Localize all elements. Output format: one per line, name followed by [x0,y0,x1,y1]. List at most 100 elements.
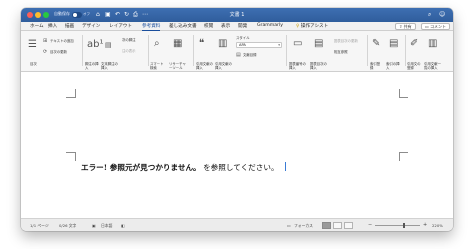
outline-view-button[interactable] [344,222,353,229]
bibliography-insert-label: 引用文献の挿入 [215,62,232,70]
insert-footnote-label: 脚注の挿入 [85,62,99,70]
mark-entry-icon[interactable]: ✎ [372,38,380,49]
researcher-icon[interactable]: ▦ [173,38,182,49]
chevron-down-icon: ▾ [278,43,280,47]
insert-citation-label: 引用文献の挿入 [196,62,213,70]
tab-insert[interactable]: 挿入 [48,23,57,29]
crop-mark [66,152,75,153]
bibliography-icon[interactable]: ▥ [218,38,227,49]
insert-toa-icon[interactable]: ▥ [428,38,437,49]
toc-label: 目次 [30,62,37,66]
crop-mark [399,152,400,161]
focus-label[interactable]: フォーカス [294,223,313,229]
next-footnote-label[interactable]: 次の脚注 [122,38,136,42]
lightbulb-icon: ♀ [296,24,300,29]
update-table-label[interactable]: 目次の更新 [50,50,67,54]
page-count[interactable]: 1/1 ページ [30,223,49,229]
separator [286,35,287,66]
separator [82,35,83,66]
zoom-slider-handle[interactable] [403,223,405,228]
body-paragraph[interactable]: エラー! 参照元が見つかりません。 を参照してください。 [81,162,286,173]
zoom-in-icon[interactable]: + [423,222,427,228]
update-table-of-figures-label[interactable]: 図表目次の更新 [334,39,358,43]
tab-view[interactable]: 表示 [221,23,230,29]
ribbon-toolbar: ☰ 目次 ⊞ テキストの追加 ⟳ 目次の更新 ab¹ 脚注の挿入 ▤ 文末脚注の… [21,31,453,72]
smart-lookup-icon[interactable]: ⌕ [154,38,160,49]
comment-label: コメント [430,24,447,29]
tab-review[interactable]: 校閲 [204,23,213,29]
search-icon[interactable]: ⌕ [428,11,431,19]
insert-endnote-label: 文末脚注の挿入 [101,62,118,70]
tell-me-label: 操作アシスト [300,24,329,29]
tab-layout[interactable]: レイアウト [109,23,132,29]
style-label: スタイル [236,36,250,40]
separator [405,35,406,66]
title-bar: 自動保存 オフ ⌂ ▣ ↶ ↻ ⎙ ⋯ 文書 1 ⌕ ☺ [21,8,453,22]
tab-tell-me[interactable]: ♀ 操作アシスト [296,23,328,29]
update-table-icon[interactable]: ⟳ [43,48,47,56]
tab-grammarly[interactable]: Grammarly [257,23,283,28]
cross-reference-label[interactable]: 相互参照 [334,50,348,54]
share-icon: ⇪ [399,24,403,29]
ribbon-tabs: ホーム 挿入 描画 デザイン レイアウト 参考資料 差し込み文書 校閲 表示 開… [21,22,453,31]
word-count[interactable]: 0/26 文字 [59,223,76,229]
proofing-icon[interactable]: ▣ [92,223,96,228]
mark-citation-label: 引用文の登録 [407,62,421,70]
tab-design[interactable]: デザイン [82,23,100,29]
table-of-contents-icon[interactable]: ☰ [28,39,37,50]
add-text-label[interactable]: テキストの追加 [50,39,74,43]
add-text-icon[interactable]: ⊞ [43,37,47,45]
bibliography-list-icon[interactable]: ▤ [236,51,241,59]
tab-home[interactable]: ホーム [30,23,44,29]
separator [367,35,368,66]
document-canvas[interactable]: エラー! 参照元が見つかりません。 を参照してください。 [21,72,453,218]
insert-citation-icon[interactable]: ❝ [199,38,204,49]
comment-button[interactable]: ▭ コメント [421,23,451,30]
print-layout-view-button[interactable] [322,222,331,229]
separator [148,35,149,66]
insert-caption-icon[interactable]: ▭ [293,38,302,49]
tab-references[interactable]: 参考資料 [142,23,161,31]
share-button[interactable]: ⇪ 共有 [395,23,416,30]
endnote-icon[interactable]: ▤ [105,41,112,49]
text-cursor [284,162,286,171]
comment-icon: ▭ [425,24,429,29]
reference-rest-text: を参照してください。 [203,163,279,172]
insert-table-of-figures-label: 図表目次の挿入 [310,62,327,70]
tab-draw[interactable]: 描画 [65,23,74,29]
citation-style-select[interactable]: APA ▾ [236,42,282,48]
zoom-out-icon[interactable]: − [368,222,372,228]
focus-icon[interactable]: ▭ [287,223,291,228]
smart-lookup-label: スマート検索 [150,62,164,70]
insert-index-label: 索引の挿入 [386,62,400,70]
crop-mark [66,97,75,98]
insert-index-icon[interactable]: ▤ [389,38,398,49]
zoom-slider[interactable] [375,225,420,226]
zoom-level[interactable]: 220% [432,223,443,228]
footnote-icon[interactable]: ab¹ [87,39,103,50]
share-label: 共有 [403,24,412,29]
crop-mark [399,152,408,153]
researcher-label: リサーチャーツール [169,62,186,70]
macro-icon[interactable]: ◧ [121,223,125,228]
word-window: 自動保存 オフ ⌂ ▣ ↶ ↻ ⎙ ⋯ 文書 1 ⌕ ☺ ホーム 挿入 描画 デ… [21,8,453,231]
reference-error-text: エラー! 参照元が見つかりません。 [81,163,201,172]
table-of-figures-icon[interactable]: ▤ [314,38,323,49]
tab-mailings[interactable]: 差し込み文書 [169,23,197,29]
mark-entry-label: 索引登録 [370,62,381,70]
citation-style-value: APA [239,43,246,47]
crop-mark [399,97,408,98]
insert-caption-label: 図表番号の挿入 [289,62,306,70]
mark-citation-icon[interactable]: ✐ [410,38,418,49]
bibliography-list-label[interactable]: 文献目録 [243,53,257,57]
status-bar: 1/1 ページ 0/26 文字 ▣ 日本語 ◧ ▭ フォーカス − + 220% [21,218,453,231]
document-title: 文書 1 [229,12,245,18]
show-notes-label[interactable]: 注の表示 [122,49,136,53]
person-icon[interactable]: ☺ [439,11,445,18]
separator [193,35,194,66]
crop-mark [75,152,76,161]
language[interactable]: 日本語 [101,223,112,229]
insert-toa-label: 引用文献一覧の挿入 [424,62,441,70]
tab-developer[interactable]: 開発 [238,23,247,29]
web-layout-view-button[interactable] [333,222,342,229]
